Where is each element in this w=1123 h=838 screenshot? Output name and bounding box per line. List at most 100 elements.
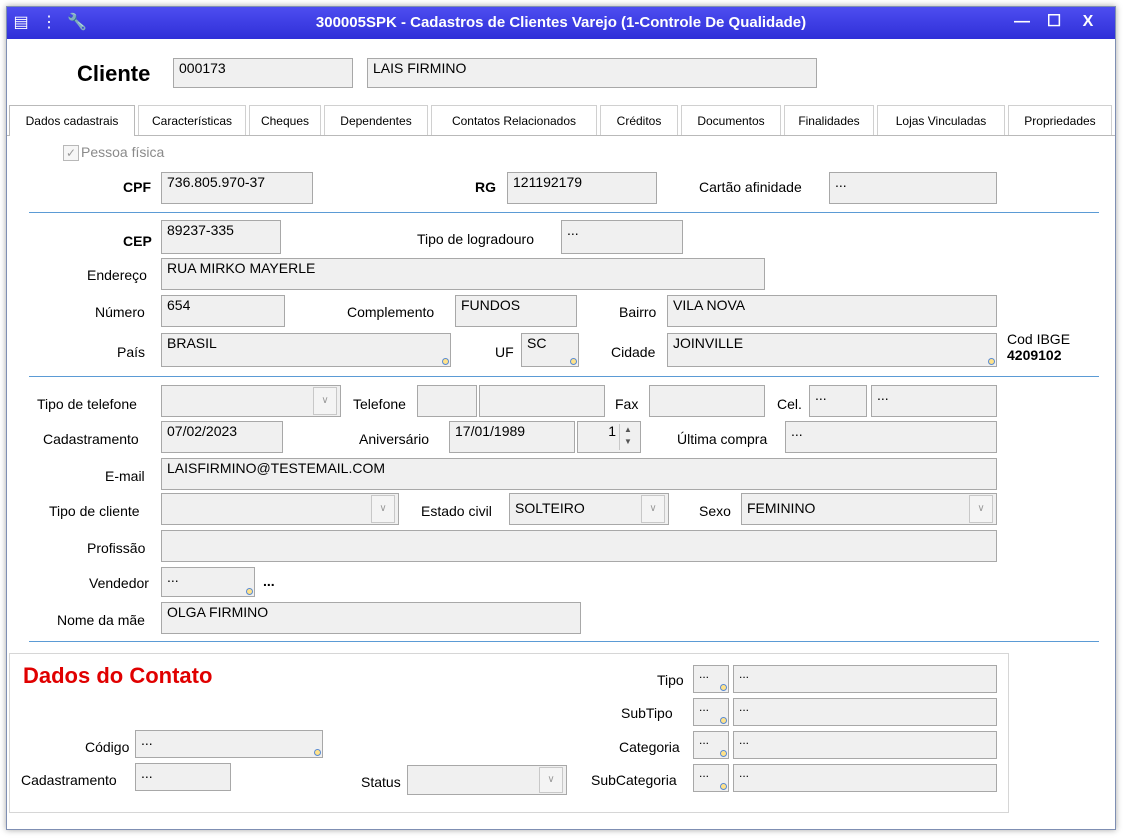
spinner-arrows-icon[interactable]: ▲ ▼ <box>619 424 636 450</box>
rg-label: RG <box>475 179 496 195</box>
uf-label: UF <box>495 344 514 360</box>
vendedor-field[interactable]: ... <box>161 567 255 597</box>
contato-subtipo-code[interactable]: ... <box>693 698 729 726</box>
cartao-afinidade-label: Cartão afinidade <box>699 179 802 195</box>
chevron-down-icon[interactable]: ∨ <box>969 495 993 523</box>
email-label: E-mail <box>105 468 145 484</box>
cod-ibge-label: Cod IBGE <box>1007 331 1071 347</box>
vendedor-more-button[interactable]: ... <box>263 573 275 589</box>
maximize-button[interactable]: ☐ <box>1043 11 1065 33</box>
cel-label: Cel. <box>777 396 802 412</box>
section-divider <box>29 212 1099 213</box>
aniversario-field[interactable]: 17/01/1989 <box>449 421 575 453</box>
numero-field[interactable]: 654 <box>161 295 285 327</box>
cpf-field[interactable]: 736.805.970-37 <box>161 172 313 204</box>
tipo-logradouro-field[interactable]: ... <box>561 220 683 254</box>
telefone-field[interactable] <box>479 385 605 417</box>
pessoa-fisica-label: Pessoa física <box>81 144 165 160</box>
email-field[interactable]: LAISFIRMINO@TESTEMAIL.COM <box>161 458 997 490</box>
window-title: 300005SPK - Cadastros de Clientes Varejo… <box>315 14 807 31</box>
cep-field[interactable]: 89237-335 <box>161 220 281 254</box>
vendedor-label: Vendedor <box>89 575 149 591</box>
contato-status-label: Status <box>361 774 401 790</box>
chevron-down-icon[interactable]: ∨ <box>641 495 665 523</box>
tab-caracteristicas[interactable]: Características <box>138 105 246 135</box>
telefone-ddd-field[interactable] <box>417 385 477 417</box>
nome-mae-field[interactable]: OLGA FIRMINO <box>161 602 581 634</box>
tab-creditos[interactable]: Créditos <box>600 105 678 135</box>
app-window: ▤ ⋮ 🔧 300005SPK - Cadastros de Clientes … <box>6 6 1116 830</box>
rg-field[interactable]: 121192179 <box>507 172 657 204</box>
cadastramento-field[interactable]: 07/02/2023 <box>161 421 283 453</box>
tab-dependentes[interactable]: Dependentes <box>324 105 428 135</box>
contato-categoria-code[interactable]: ... <box>693 731 729 759</box>
sexo-select[interactable]: FEMININO <box>741 493 997 525</box>
tab-dados-cadastrais[interactable]: Dados cadastrais <box>9 105 135 136</box>
ultima-compra-label: Última compra <box>677 431 768 447</box>
tab-documentos[interactable]: Documentos <box>681 105 781 135</box>
contato-subcategoria-label: SubCategoria <box>591 772 677 788</box>
cpf-label: CPF <box>123 179 151 195</box>
cliente-name-field[interactable]: LAIS FIRMINO <box>367 58 817 88</box>
cidade-label: Cidade <box>611 344 656 360</box>
contato-tipo-label: Tipo <box>657 672 684 688</box>
contato-subtipo-desc[interactable]: ... <box>733 698 997 726</box>
tipo-telefone-label: Tipo de telefone <box>37 396 137 412</box>
cel-ddd-field[interactable]: ... <box>809 385 867 417</box>
chevron-down-icon[interactable]: ∨ <box>371 495 395 523</box>
tipo-cliente-select[interactable] <box>161 493 399 525</box>
section-divider <box>29 376 1099 377</box>
tab-lojas-vinculadas[interactable]: Lojas Vinculadas <box>877 105 1005 135</box>
pais-field[interactable]: BRASIL <box>161 333 451 367</box>
contato-tipo-code[interactable]: ... <box>693 665 729 693</box>
endereco-label: Endereço <box>87 267 147 283</box>
bairro-label: Bairro <box>619 304 657 320</box>
profissao-field[interactable] <box>161 530 997 562</box>
estado-civil-label: Estado civil <box>421 503 492 519</box>
section-divider <box>29 641 1099 642</box>
contato-codigo-field[interactable]: ... <box>135 730 323 758</box>
sexo-label: Sexo <box>699 503 731 519</box>
contato-categoria-label: Categoria <box>619 739 680 755</box>
contato-cadastramento-field[interactable]: ... <box>135 763 231 791</box>
tipo-logradouro-label: Tipo de logradouro <box>417 231 535 247</box>
minimize-button[interactable]: — <box>1011 11 1033 33</box>
uf-field[interactable]: SC <box>521 333 579 367</box>
contato-subcategoria-code[interactable]: ... <box>693 764 729 792</box>
cod-ibge-value: 4209102 <box>1007 347 1062 363</box>
contato-codigo-label: Código <box>85 739 130 755</box>
endereco-field[interactable]: RUA MIRKO MAYERLE <box>161 258 765 290</box>
complemento-field[interactable]: FUNDOS <box>455 295 577 327</box>
cidade-field[interactable]: JOINVILLE <box>667 333 997 367</box>
tab-bar: Dados cadastrais Características Cheques… <box>7 105 1115 136</box>
tab-contatos-relacionados[interactable]: Contatos Relacionados <box>431 105 597 135</box>
chevron-down-icon[interactable]: ∨ <box>313 387 337 415</box>
tab-propriedades[interactable]: Propriedades <box>1008 105 1112 135</box>
contato-title: Dados do Contato <box>23 663 213 688</box>
contato-tipo-desc[interactable]: ... <box>733 665 997 693</box>
fax-label: Fax <box>615 396 639 412</box>
cel-field[interactable]: ... <box>871 385 997 417</box>
tab-cheques[interactable]: Cheques <box>249 105 321 135</box>
contato-subcategoria-desc[interactable]: ... <box>733 764 997 792</box>
close-button[interactable]: X <box>1077 11 1099 33</box>
pessoa-fisica-checkbox[interactable]: ✓ <box>63 145 79 161</box>
cliente-label: Cliente <box>77 61 151 86</box>
cliente-code-field[interactable]: 000173 <box>173 58 353 88</box>
bairro-field[interactable]: VILA NOVA <box>667 295 997 327</box>
fax-field[interactable] <box>649 385 765 417</box>
tab-finalidades[interactable]: Finalidades <box>784 105 874 135</box>
contato-cadastramento-label: Cadastramento <box>21 772 117 788</box>
tipo-cliente-label: Tipo de cliente <box>49 503 140 519</box>
complemento-label: Complemento <box>347 304 435 320</box>
contato-categoria-desc[interactable]: ... <box>733 731 997 759</box>
chevron-down-icon[interactable]: ∨ <box>539 767 563 793</box>
aniversario-label: Aniversário <box>359 431 430 447</box>
pais-label: País <box>117 344 146 360</box>
telefone-label: Telefone <box>353 396 406 412</box>
nome-mae-label: Nome da mãe <box>57 612 145 628</box>
contato-subtipo-label: SubTipo <box>621 705 673 721</box>
ultima-compra-field[interactable]: ... <box>785 421 997 453</box>
cartao-afinidade-field[interactable]: ... <box>829 172 997 204</box>
cadastramento-label: Cadastramento <box>43 431 139 447</box>
